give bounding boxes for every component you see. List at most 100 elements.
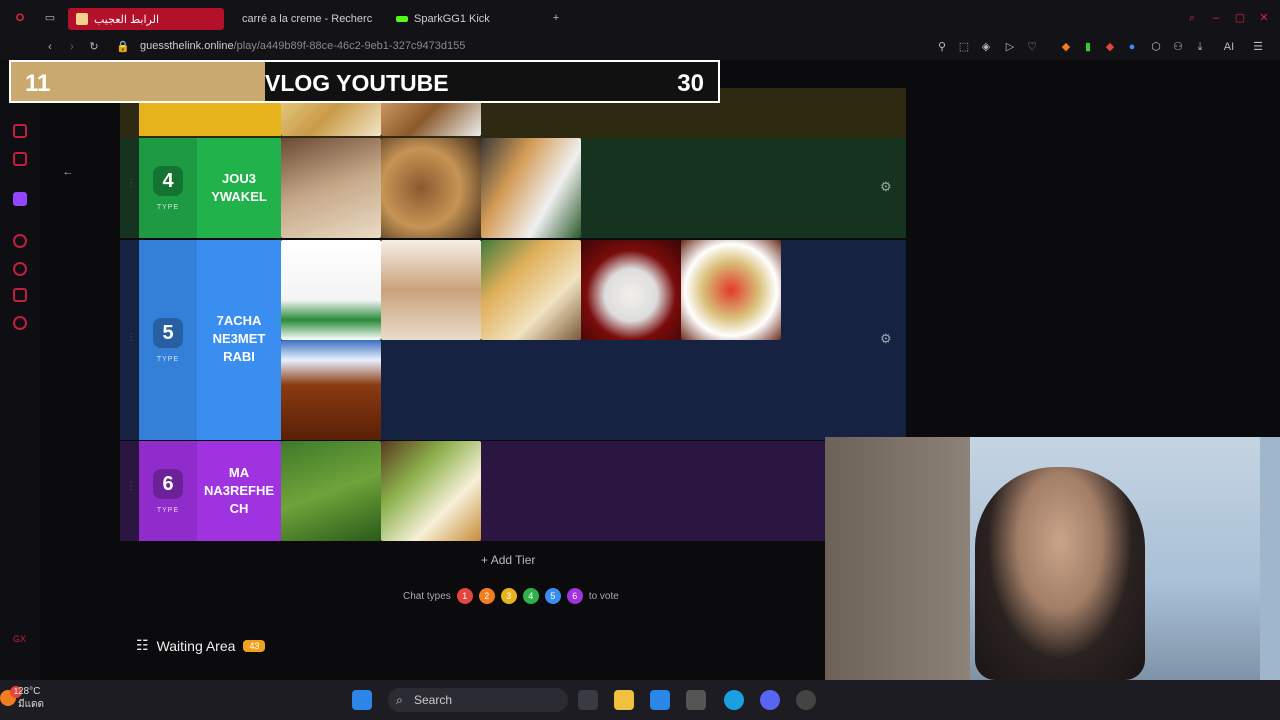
waiting-area-count: 43 [243,639,266,652]
menu-icon[interactable]: ☰ [1252,41,1264,53]
tier-number-box: 5 TYPE [139,240,197,440]
webcam-person [975,467,1145,680]
tab-kick[interactable]: SparkGG1 Kick [388,8,528,30]
edge-icon[interactable] [724,690,744,710]
tier-row-5: ⋮⋮ 5 TYPE 7ACHA NE3MET RABI ⚙ [120,240,906,440]
progress-goal: 30 [677,70,704,97]
food-image[interactable] [381,441,481,541]
heart-icon[interactable]: ♡ [1026,41,1038,53]
sidebar-icon[interactable] [13,152,27,166]
tier-row-6: ⋮⋮ 6 TYPE MA NA3REFHE CH [120,441,906,541]
lock-icon: 🔒 [116,41,130,53]
search-icon: ⌕ [396,693,403,707]
vote-badge: 1 [456,588,473,604]
app-icon[interactable] [686,690,706,710]
shield-icon[interactable]: ◈ [980,41,992,53]
file-explorer-icon[interactable] [614,690,634,710]
kick-icon [396,16,408,22]
back-icon[interactable]: ‹ [44,41,56,53]
snapshot-icon[interactable]: ⬚ [958,41,970,53]
banner-title: VLOG YOUTUBE [265,70,449,96]
gx-icon[interactable]: GX [13,634,27,648]
extension-icon[interactable]: ▮ [1082,41,1094,53]
vote-badge: 5 [544,588,561,604]
food-image[interactable] [381,138,481,238]
opera-sidebar: GX [0,60,40,680]
pin-icon[interactable]: ⚲ [936,41,948,53]
app-icon[interactable] [796,690,816,710]
tab-label: carré a la creme - Recherc [242,13,373,25]
chat-types-hint: Chat types 1 2 3 4 5 6 to vote [403,588,619,604]
progress-current: 11 [25,70,51,97]
taskbar-search[interactable]: ⌕ Search [388,688,568,712]
tier-number: 4 [153,166,183,196]
profile-icon[interactable]: ⚇ [1172,41,1184,53]
weather-temp: 28°C [18,686,41,697]
store-icon[interactable] [650,690,670,710]
tier-settings-icon[interactable]: ⚙ [880,332,894,346]
food-image[interactable] [281,340,381,440]
tier-name: 7ACHA NE3MET RABI [212,313,266,364]
tier-row-4: ⋮⋮ 4 TYPE JOU3 YWAKEL ⚙ [120,138,906,238]
extension-icon[interactable]: ◆ [1060,41,1072,53]
extension-icon[interactable]: ◆ [1104,41,1116,53]
back-arrow-icon[interactable]: ← [62,166,74,178]
tier-type-label: TYPE [156,356,180,363]
tier-number-box: 4 TYPE [139,138,197,238]
forward-icon[interactable]: › [66,41,78,53]
waiting-area-icon: ☷ [136,637,149,653]
food-image[interactable] [281,138,381,238]
tier-type-label: TYPE [156,507,180,514]
food-image[interactable] [481,138,581,238]
tab-menu-icon[interactable]: ▭ [44,12,56,24]
extensions-icon[interactable]: ⬡ [1150,41,1162,53]
food-image[interactable] [481,240,581,340]
food-image[interactable] [381,240,481,340]
play-icon[interactable]: ▷ [1004,41,1016,53]
weather-widget[interactable]: 28°C มีแดด [18,686,44,712]
waiting-area-header[interactable]: ☷ Waiting Area 43 [136,637,266,654]
settings-icon[interactable] [13,316,27,330]
task-view-icon[interactable] [578,690,598,710]
url-field[interactable]: guessthelink.online/play/a449b89f-88ce-4… [140,40,465,52]
weather-condition: มีแดด [18,699,45,710]
history-icon[interactable] [13,262,27,276]
address-bar: ‹ › ↻ 🔒 guessthelink.online/play/a449b89… [0,36,1280,60]
search-placeholder: Search [414,693,453,707]
tier-number: 5 [153,318,183,348]
food-image[interactable] [681,240,781,340]
tier-type-label: TYPE [156,204,180,211]
tier-label: 4 TYPE JOU3 YWAKEL [139,138,281,238]
player-icon[interactable] [13,234,27,248]
sidebar-icon[interactable] [13,124,27,138]
ai-icon[interactable]: AI [1218,41,1240,53]
tab-guessthelink[interactable]: الرابط العجيب [68,8,224,30]
food-image[interactable] [581,240,681,340]
food-image[interactable] [281,240,381,340]
maximize-icon[interactable]: ▢ [1234,12,1246,24]
download-icon[interactable]: ⤓ [1194,41,1206,53]
chat-types-suffix: to vote [588,590,619,602]
search-tabs-icon[interactable]: ⌕ [1186,12,1198,24]
tab-favicon-icon [76,13,88,25]
food-image[interactable] [281,441,381,541]
add-tier-label: Add Tier [490,553,536,567]
tab-google-search[interactable]: carré a la creme - Recherc [228,8,380,30]
tier-settings-icon[interactable]: ⚙ [880,180,894,194]
tier-label: 5 TYPE 7ACHA NE3MET RABI [139,240,281,440]
twitch-icon[interactable] [13,192,27,206]
extensions-icon[interactable] [13,288,27,302]
add-tier-button[interactable]: + Add Tier [481,553,535,567]
extension-icon[interactable]: ● [1126,41,1138,53]
tier-name: MA NA3REFHE CH [203,465,275,516]
tier-number-box: 6 TYPE [139,441,197,541]
windows-start-icon[interactable] [352,690,372,710]
opera-logo-icon[interactable]: O [14,12,26,24]
tab-label: SparkGG1 Kick [414,13,490,25]
reload-icon[interactable]: ↻ [88,41,100,53]
minimize-icon[interactable]: – [1210,12,1222,24]
url-path: /play/a449b89f-88ce-46c2-9eb1-327c9473d1… [233,40,466,52]
new-tab-button[interactable]: + [550,12,562,24]
discord-icon[interactable] [760,690,780,710]
close-icon[interactable]: ✕ [1258,12,1270,24]
